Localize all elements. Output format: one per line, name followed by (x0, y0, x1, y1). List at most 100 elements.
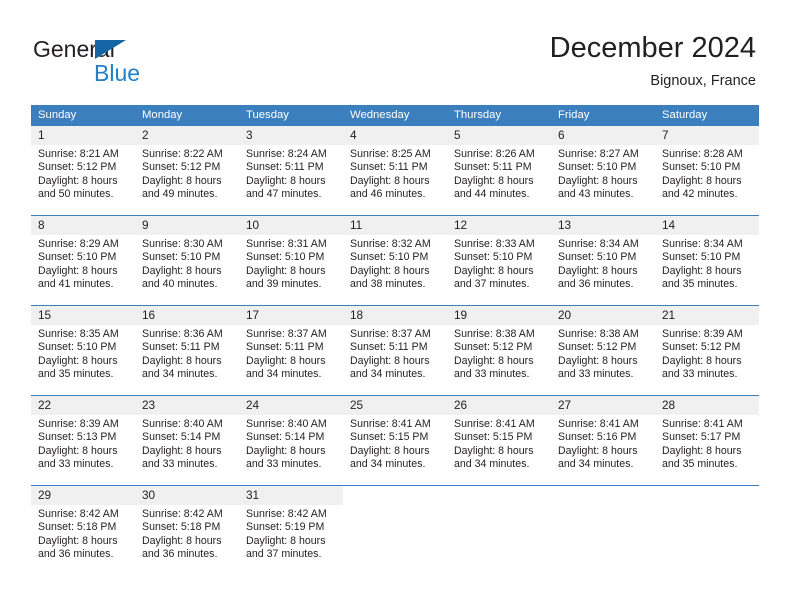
day-number: 24 (239, 396, 343, 415)
day-cell[interactable]: 6 Sunrise: 8:27 AM Sunset: 5:10 PM Daylight… (551, 125, 655, 211)
calendar-cell: 27 Sunrise: 8:41 AM Sunset: 5:16 PM Dayligh… (551, 395, 655, 485)
day-number (343, 486, 447, 505)
day-cell[interactable]: 20 Sunrise: 8:38 AM Sunset: 5:12 PM Dayligh… (551, 305, 655, 391)
day-cell[interactable]: 18 Sunrise: 8:37 AM Sunset: 5:11 PM Dayligh… (343, 305, 447, 391)
day-cell[interactable]: 19 Sunrise: 8:38 AM Sunset: 5:12 PM Dayligh… (447, 305, 551, 391)
sunrise-text: Sunrise: 8:36 AM (142, 328, 223, 340)
day-cell[interactable]: 25 Sunrise: 8:41 AM Sunset: 5:15 PM Dayligh… (343, 395, 447, 481)
day-details: Sunrise: 8:37 AM Sunset: 5:11 PM Daylight:… (239, 325, 343, 382)
sunrise-text: Sunrise: 8:31 AM (246, 238, 327, 250)
sunrise-text: Sunrise: 8:33 AM (454, 238, 535, 250)
logo-word-blue: Blue (94, 60, 141, 86)
day-cell[interactable]: 24 Sunrise: 8:40 AM Sunset: 5:14 PM Dayligh… (239, 395, 343, 481)
calendar-cell: 31 Sunrise: 8:42 AM Sunset: 5:19 PM Dayligh… (239, 485, 343, 575)
daylight-text-line2: and 46 minutes. (350, 188, 426, 201)
day-number: 13 (551, 216, 655, 235)
calendar-cell: 19 Sunrise: 8:38 AM Sunset: 5:12 PM Dayligh… (447, 305, 551, 395)
calendar-cell: 22 Sunrise: 8:39 AM Sunset: 5:13 PM Dayligh… (31, 395, 135, 485)
day-cell[interactable]: 23 Sunrise: 8:40 AM Sunset: 5:14 PM Dayligh… (135, 395, 239, 481)
day-cell[interactable]: 7 Sunrise: 8:28 AM Sunset: 5:10 PM Daylight… (655, 125, 759, 211)
day-cell[interactable]: 31 Sunrise: 8:42 AM Sunset: 5:19 PM Dayligh… (239, 485, 343, 571)
day-cell[interactable]: 9 Sunrise: 8:30 AM Sunset: 5:10 PM Daylight… (135, 215, 239, 301)
day-cell[interactable]: 2 Sunrise: 8:22 AM Sunset: 5:12 PM Daylight… (135, 125, 239, 211)
day-cell[interactable]: 10 Sunrise: 8:31 AM Sunset: 5:10 PM Dayligh… (239, 215, 343, 301)
sunset-text: Sunset: 5:12 PM (662, 341, 741, 354)
calendar-cell: 14 Sunrise: 8:34 AM Sunset: 5:10 PM Dayligh… (655, 215, 759, 305)
day-number: 12 (447, 216, 551, 235)
daylight-text-line2: and 33 minutes. (454, 368, 530, 381)
daylight-text-line2: and 35 minutes. (662, 278, 738, 291)
sunrise-text: Sunrise: 8:22 AM (142, 148, 223, 160)
day-cell[interactable]: 11 Sunrise: 8:32 AM Sunset: 5:10 PM Dayligh… (343, 215, 447, 301)
day-cell[interactable]: 3 Sunrise: 8:24 AM Sunset: 5:11 PM Daylight… (239, 125, 343, 211)
day-cell[interactable]: 22 Sunrise: 8:39 AM Sunset: 5:13 PM Dayligh… (31, 395, 135, 481)
daylight-text-line2: and 33 minutes. (142, 458, 218, 471)
day-cell[interactable]: 28 Sunrise: 8:41 AM Sunset: 5:17 PM Dayligh… (655, 395, 759, 481)
day-cell[interactable]: 17 Sunrise: 8:37 AM Sunset: 5:11 PM Dayligh… (239, 305, 343, 391)
day-cell[interactable]: 30 Sunrise: 8:42 AM Sunset: 5:18 PM Dayligh… (135, 485, 239, 571)
day-cell[interactable]: 1 Sunrise: 8:21 AM Sunset: 5:12 PM Daylight… (31, 125, 135, 211)
daylight-text-line1: Daylight: 8 hours (142, 174, 222, 187)
day-number: 22 (31, 396, 135, 415)
calendar-cell: 29 Sunrise: 8:42 AM Sunset: 5:18 PM Dayligh… (31, 485, 135, 575)
day-number: 3 (239, 126, 343, 145)
day-cell[interactable]: 13 Sunrise: 8:34 AM Sunset: 5:10 PM Dayligh… (551, 215, 655, 301)
day-cell[interactable]: 29 Sunrise: 8:42 AM Sunset: 5:18 PM Dayligh… (31, 485, 135, 571)
sunset-text: Sunset: 5:11 PM (350, 341, 428, 354)
calendar-week-row: 15 Sunrise: 8:35 AM Sunset: 5:10 PM Dayligh… (31, 305, 759, 395)
daylight-text-line2: and 34 minutes. (454, 458, 530, 471)
daylight-text-line2: and 39 minutes. (246, 278, 322, 291)
day-cell[interactable]: 21 Sunrise: 8:39 AM Sunset: 5:12 PM Dayligh… (655, 305, 759, 391)
page-title: December 2024 (549, 32, 756, 64)
sunrise-text: Sunrise: 8:42 AM (142, 508, 223, 520)
day-cell[interactable]: 5 Sunrise: 8:26 AM Sunset: 5:11 PM Daylight… (447, 125, 551, 211)
daylight-text-line1: Daylight: 8 hours (454, 174, 534, 187)
page-header: General Blue December 2024 Bignoux, Fran… (0, 0, 792, 100)
sunrise-text: Sunrise: 8:29 AM (38, 238, 119, 250)
day-cell[interactable]: 27 Sunrise: 8:41 AM Sunset: 5:16 PM Dayligh… (551, 395, 655, 481)
sunrise-text: Sunrise: 8:41 AM (662, 418, 743, 430)
sunset-text: Sunset: 5:14 PM (142, 431, 221, 444)
calendar-cell: 8 Sunrise: 8:29 AM Sunset: 5:10 PM Daylight… (31, 215, 135, 305)
general-blue-logo[interactable]: General Blue (33, 36, 233, 92)
sunset-text: Sunset: 5:12 PM (142, 161, 221, 174)
sunrise-text: Sunrise: 8:40 AM (142, 418, 223, 430)
sunrise-text: Sunrise: 8:40 AM (246, 418, 327, 430)
daylight-text-line2: and 44 minutes. (454, 188, 530, 201)
sunset-text: Sunset: 5:17 PM (662, 431, 741, 444)
day-cell[interactable]: 15 Sunrise: 8:35 AM Sunset: 5:10 PM Dayligh… (31, 305, 135, 391)
day-cell[interactable]: 4 Sunrise: 8:25 AM Sunset: 5:11 PM Daylight… (343, 125, 447, 211)
day-cell[interactable]: 12 Sunrise: 8:33 AM Sunset: 5:10 PM Dayligh… (447, 215, 551, 301)
day-cell[interactable]: 14 Sunrise: 8:34 AM Sunset: 5:10 PM Dayligh… (655, 215, 759, 301)
day-details: Sunrise: 8:41 AM Sunset: 5:15 PM Daylight:… (447, 415, 551, 472)
calendar-cell: 4 Sunrise: 8:25 AM Sunset: 5:11 PM Daylight… (343, 125, 447, 215)
sunrise-text: Sunrise: 8:41 AM (558, 418, 639, 430)
day-details: Sunrise: 8:41 AM Sunset: 5:15 PM Daylight:… (343, 415, 447, 472)
sunset-text: Sunset: 5:10 PM (558, 251, 637, 264)
daylight-text-line1: Daylight: 8 hours (38, 174, 118, 187)
day-cell[interactable]: 26 Sunrise: 8:41 AM Sunset: 5:15 PM Dayligh… (447, 395, 551, 481)
daylight-text-line1: Daylight: 8 hours (142, 354, 222, 367)
empty-day-cell (447, 485, 551, 571)
calendar-cell: 23 Sunrise: 8:40 AM Sunset: 5:14 PM Dayligh… (135, 395, 239, 485)
calendar-cell: 12 Sunrise: 8:33 AM Sunset: 5:10 PM Dayligh… (447, 215, 551, 305)
day-number (447, 486, 551, 505)
daylight-text-line1: Daylight: 8 hours (246, 264, 326, 277)
calendar-body: 1 Sunrise: 8:21 AM Sunset: 5:12 PM Daylight… (31, 125, 759, 575)
day-number: 26 (447, 396, 551, 415)
sunrise-text: Sunrise: 8:28 AM (662, 148, 743, 160)
day-number (551, 486, 655, 505)
calendar-week-row: 1 Sunrise: 8:21 AM Sunset: 5:12 PM Daylight… (31, 125, 759, 215)
sunset-text: Sunset: 5:10 PM (350, 251, 429, 264)
day-cell[interactable]: 8 Sunrise: 8:29 AM Sunset: 5:10 PM Daylight… (31, 215, 135, 301)
day-number: 7 (655, 126, 759, 145)
day-number: 20 (551, 306, 655, 325)
sunset-text: Sunset: 5:10 PM (558, 161, 637, 174)
day-details: Sunrise: 8:24 AM Sunset: 5:11 PM Daylight:… (239, 145, 343, 202)
calendar-cell: 11 Sunrise: 8:32 AM Sunset: 5:10 PM Dayligh… (343, 215, 447, 305)
calendar-cell: 20 Sunrise: 8:38 AM Sunset: 5:12 PM Dayligh… (551, 305, 655, 395)
title-block: December 2024 Bignoux, France (550, 30, 756, 90)
daylight-text-line2: and 34 minutes. (246, 368, 322, 381)
daylight-text-line1: Daylight: 8 hours (246, 354, 326, 367)
day-cell[interactable]: 16 Sunrise: 8:36 AM Sunset: 5:11 PM Dayligh… (135, 305, 239, 391)
